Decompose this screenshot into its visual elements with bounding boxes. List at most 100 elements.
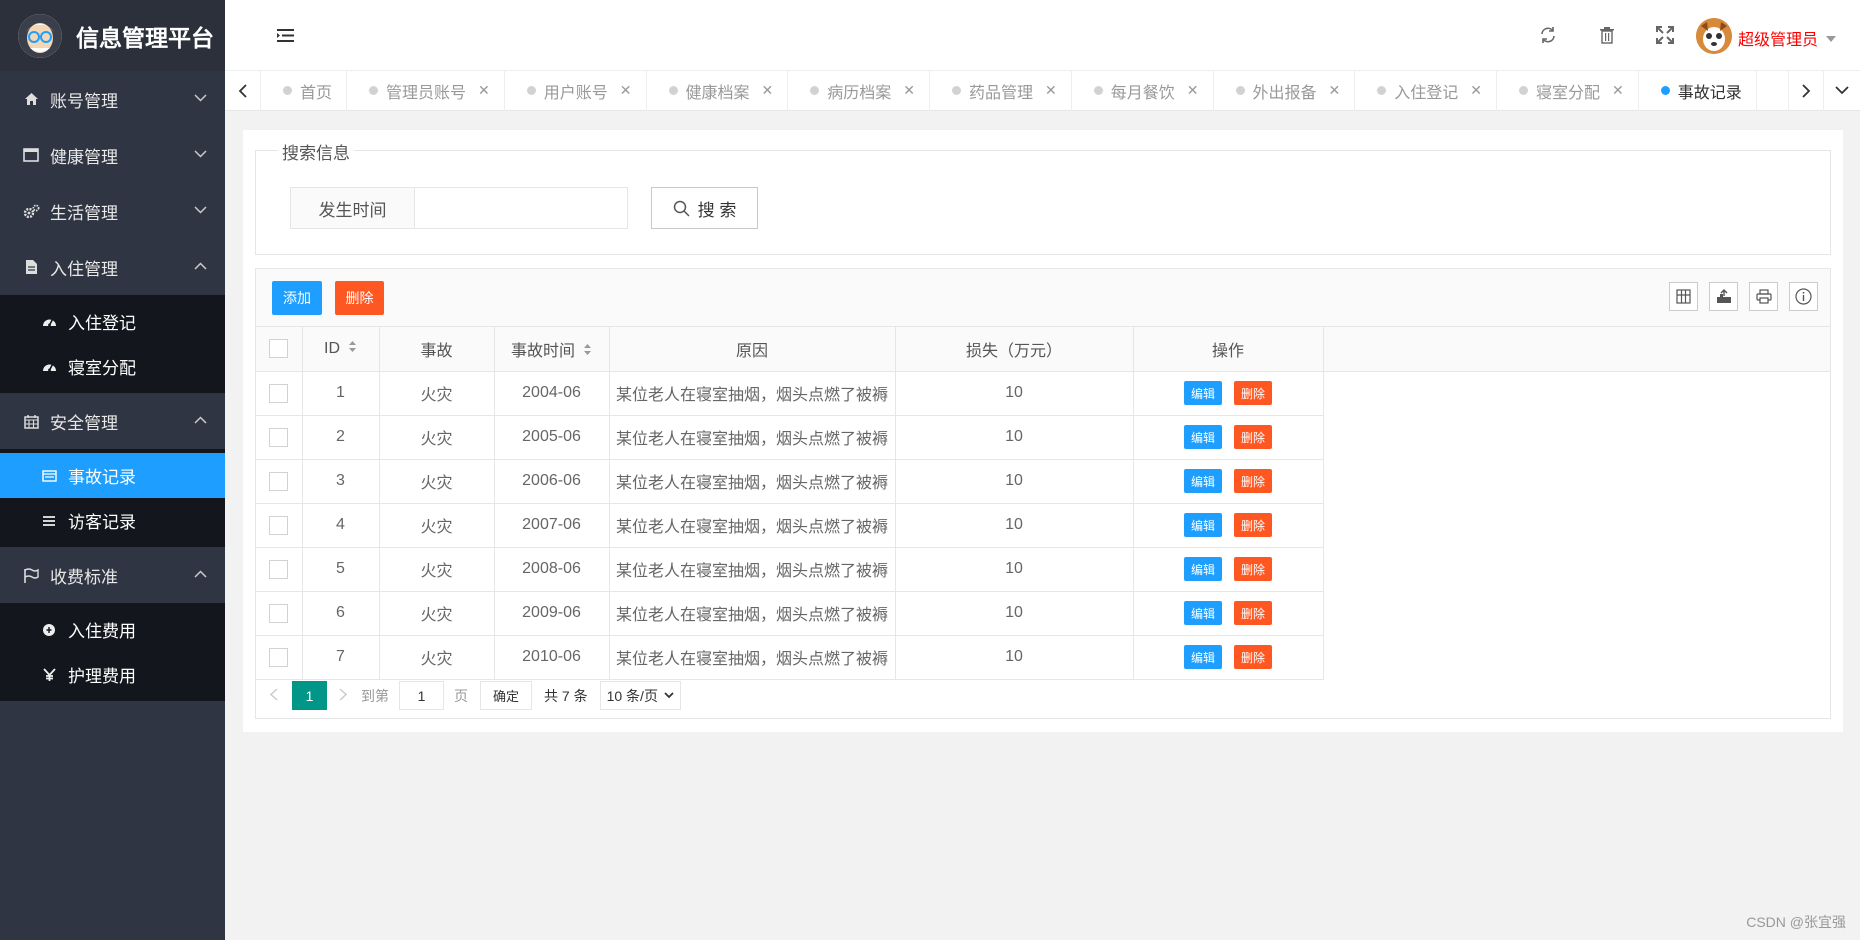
tab-3[interactable]: 健康档案 ✕ — [647, 70, 789, 111]
sidebar-group-3[interactable]: 入住管理 — [0, 239, 225, 295]
sidebar-item-4-1[interactable]: 访客记录 — [0, 498, 225, 543]
chevron-down-icon — [664, 692, 674, 699]
edit-button[interactable]: 编辑 — [1184, 381, 1222, 405]
current-page[interactable]: 1 — [292, 681, 327, 710]
close-icon[interactable]: ✕ — [1329, 82, 1341, 99]
sidebar-item-5-1[interactable]: 护理费用 — [0, 652, 225, 697]
date-field-label: 发生时间 — [291, 188, 415, 228]
delete-button[interactable]: 删除 — [1234, 381, 1272, 405]
cell-loss: 10 — [895, 371, 1134, 416]
prev-page-icon[interactable] — [269, 687, 278, 704]
trash-icon[interactable] — [1599, 26, 1615, 49]
delete-button[interactable]: 删除 — [1234, 469, 1272, 493]
sidebar-group-label: 账号管理 — [50, 91, 118, 111]
sidebar-item-label: 访客记录 — [68, 513, 136, 532]
print-button[interactable] — [1749, 282, 1778, 311]
close-icon[interactable]: ✕ — [1187, 82, 1199, 99]
select-all-checkbox[interactable] — [269, 339, 289, 359]
tabs-prev-button[interactable] — [225, 70, 261, 111]
edit-button[interactable]: 编辑 — [1184, 601, 1222, 625]
tab-label: 病历档案 — [827, 84, 892, 102]
delete-button[interactable]: 删除 — [1234, 645, 1272, 669]
close-icon[interactable]: ✕ — [1470, 82, 1482, 99]
goto-confirm-button[interactable]: 确定 — [480, 681, 533, 710]
data-table: ID 事故 事故时间 原因 损失（万元） 操作 1 火灾 2004-06 某位老人在寝… — [256, 327, 1830, 680]
edit-button[interactable]: 编辑 — [1184, 425, 1222, 449]
fullscreen-icon[interactable] — [1656, 26, 1674, 49]
watermark: CSDN @张宜强 — [1746, 914, 1846, 930]
tabs-next-button[interactable] — [1788, 70, 1824, 111]
sidebar-group-label: 健康管理 — [50, 147, 118, 167]
edit-button[interactable]: 编辑 — [1184, 645, 1222, 669]
user-avatar[interactable] — [1696, 18, 1732, 54]
sort-icon[interactable] — [348, 340, 357, 358]
tab-0[interactable]: 首页 — [261, 70, 348, 111]
sidebar-item-3-1[interactable]: 寝室分配 — [0, 344, 225, 389]
sidebar-item-4-0[interactable]: 事故记录 — [0, 453, 225, 498]
refresh-icon[interactable] — [1539, 26, 1557, 49]
col-time[interactable]: 事故时间 — [494, 327, 610, 372]
app-title: 信息管理平台 — [76, 24, 214, 51]
sidebar-group-2[interactable]: 生活管理 — [0, 183, 225, 239]
row-checkbox[interactable] — [269, 603, 289, 623]
row-checkbox[interactable] — [269, 647, 289, 667]
total-count: 共 7 条 — [544, 687, 588, 704]
sidebar-group-4[interactable]: 安全管理 — [0, 393, 225, 449]
tab-2[interactable]: 用户账号 ✕ — [505, 70, 647, 111]
close-icon[interactable]: ✕ — [762, 82, 774, 99]
col-id[interactable]: ID — [302, 327, 380, 372]
tab-7[interactable]: 外出报备 ✕ — [1214, 70, 1356, 111]
close-icon[interactable]: ✕ — [903, 82, 915, 99]
edit-button[interactable]: 编辑 — [1184, 469, 1222, 493]
table-tools — [1669, 282, 1818, 311]
print-icon — [1755, 289, 1772, 304]
page-size-select[interactable]: 10 条/页 — [599, 681, 681, 710]
table-row: 4 火灾 2007-06 某位老人在寝室抽烟，烟头点燃了被褥 10 编辑 删除 — [256, 503, 1830, 548]
logo[interactable]: 信息管理平台 — [0, 0, 225, 71]
dashboard-icon — [40, 315, 58, 328]
sidebar-item-3-0[interactable]: 入住登记 — [0, 299, 225, 344]
tab-1[interactable]: 管理员账号 ✕ — [347, 70, 505, 111]
edit-button[interactable]: 编辑 — [1184, 557, 1222, 581]
search-button-label: 搜 索 — [697, 200, 737, 220]
tab-9[interactable]: 寝室分配 ✕ — [1497, 70, 1639, 111]
add-button[interactable]: 添加 — [272, 281, 322, 315]
delete-button[interactable]: 删除 — [1234, 425, 1272, 449]
date-field-input[interactable] — [415, 188, 627, 228]
tab-10[interactable]: 事故记录 — [1639, 70, 1757, 111]
menu-toggle-icon[interactable] — [277, 28, 294, 48]
close-icon[interactable]: ✕ — [1045, 82, 1057, 99]
sort-icon[interactable] — [583, 343, 592, 361]
row-checkbox[interactable] — [269, 515, 289, 535]
close-icon[interactable]: ✕ — [620, 82, 632, 99]
row-checkbox[interactable] — [269, 559, 289, 579]
sidebar-group-0[interactable]: 账号管理 — [0, 71, 225, 127]
delete-button[interactable]: 删除 — [1234, 557, 1272, 581]
info-button[interactable] — [1789, 282, 1818, 311]
row-checkbox[interactable] — [269, 427, 289, 447]
sidebar-group-5[interactable]: 收费标准 — [0, 547, 225, 603]
tab-6[interactable]: 每月餐饮 ✕ — [1072, 70, 1214, 111]
col-reason: 原因 — [609, 327, 896, 372]
close-icon[interactable]: ✕ — [478, 82, 490, 99]
search-button[interactable]: 搜 索 — [651, 187, 758, 229]
goto-page-input[interactable] — [399, 681, 444, 710]
export-button[interactable] — [1709, 282, 1738, 311]
tab-8[interactable]: 入住登记 ✕ — [1355, 70, 1498, 111]
tabs-menu-button[interactable] — [1824, 71, 1860, 111]
tab-5[interactable]: 药品管理 ✕ — [930, 70, 1072, 111]
tab-dot-icon — [1377, 86, 1387, 95]
user-menu[interactable]: 超级管理员 — [1738, 26, 1836, 50]
sidebar-item-5-0[interactable]: 入住费用 — [0, 607, 225, 652]
row-checkbox[interactable] — [269, 471, 289, 491]
sidebar-group-1[interactable]: 健康管理 — [0, 127, 225, 183]
tab-4[interactable]: 病历档案 ✕ — [788, 70, 931, 111]
batch-delete-button[interactable]: 删除 — [335, 281, 384, 315]
delete-button[interactable]: 删除 — [1234, 601, 1272, 625]
delete-button[interactable]: 删除 — [1234, 513, 1272, 537]
columns-filter-button[interactable] — [1669, 282, 1698, 311]
close-icon[interactable]: ✕ — [1612, 82, 1624, 99]
next-page-icon[interactable] — [339, 687, 348, 704]
row-checkbox[interactable] — [269, 383, 289, 403]
edit-button[interactable]: 编辑 — [1184, 513, 1222, 537]
